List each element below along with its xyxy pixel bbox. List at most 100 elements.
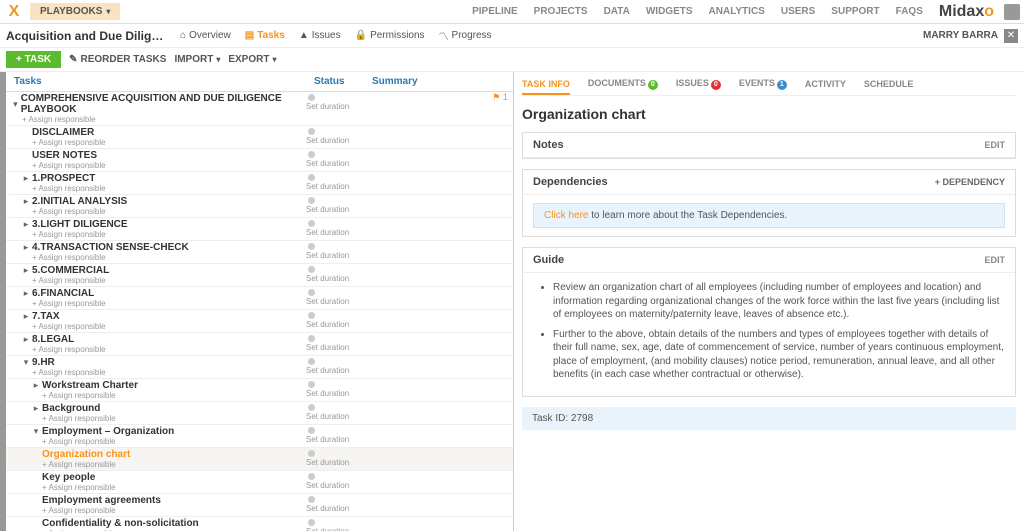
status-cell[interactable]: Set duration [306, 195, 364, 214]
duration-text[interactable]: Set duration [306, 136, 349, 145]
task-title[interactable]: 4.TRANSACTION SENSE-CHECK [32, 242, 189, 253]
task-title[interactable]: Key people [42, 472, 95, 483]
task-row[interactable]: ▾9.HR+ Assign responsibleSet duration [6, 356, 513, 379]
task-row[interactable]: ▸Workstream Charter+ Assign responsibleS… [6, 379, 513, 402]
task-title[interactable]: Background [42, 403, 100, 414]
task-title[interactable]: 8.LEGAL [32, 334, 74, 345]
assign-responsible-link[interactable]: + Assign responsible [32, 345, 306, 354]
expand-caret-icon[interactable]: ▸ [20, 242, 32, 253]
status-cell[interactable]: Set duration [306, 471, 364, 490]
expand-caret-icon[interactable]: ▸ [20, 311, 32, 322]
assign-responsible-link[interactable]: + Assign responsible [42, 506, 306, 515]
assign-responsible-link[interactable]: + Assign responsible [32, 161, 306, 170]
status-cell[interactable]: Set duration [306, 402, 364, 421]
duration-text[interactable]: Set duration [306, 412, 349, 421]
task-row[interactable]: ▸Organization chart+ Assign responsibleS… [6, 448, 513, 471]
task-row[interactable]: ▸1.PROSPECT+ Assign responsibleSet durat… [6, 172, 513, 195]
duration-text[interactable]: Set duration [306, 458, 349, 467]
playbooks-dropdown[interactable]: PLAYBOOKS ▾ [30, 3, 120, 20]
task-row[interactable]: ▾COMPREHENSIVE ACQUISITION AND DUE DILIG… [6, 92, 513, 126]
expand-caret-icon[interactable]: ▸ [20, 334, 32, 345]
status-cell[interactable]: Set duration [306, 287, 364, 306]
duration-text[interactable]: Set duration [306, 205, 349, 214]
expand-caret-icon[interactable]: ▸ [20, 219, 32, 230]
current-user-name[interactable]: MARRY BARRA [923, 30, 998, 41]
status-cell[interactable]: Set duration [306, 172, 364, 191]
add-dependency-button[interactable]: + DEPENDENCY [935, 177, 1005, 187]
nav-widgets[interactable]: WIDGETS [646, 6, 693, 17]
task-title[interactable]: Workstream Charter [42, 380, 138, 391]
task-row[interactable]: ▸Background+ Assign responsibleSet durat… [6, 402, 513, 425]
nav-faqs[interactable]: FAQS [896, 6, 923, 17]
duration-text[interactable]: Set duration [306, 366, 349, 375]
status-cell[interactable]: Set duration [306, 494, 364, 513]
status-cell[interactable]: Set duration [306, 448, 364, 467]
task-row[interactable]: ▸Confidentiality & non-solicitation+ Ass… [6, 517, 513, 531]
status-cell[interactable]: Set duration [306, 218, 364, 237]
col-header-status[interactable]: Status [314, 76, 372, 87]
duration-text[interactable]: Set duration [306, 274, 349, 283]
task-row[interactable]: ▸8.LEGAL+ Assign responsibleSet duration [6, 333, 513, 356]
nav-pipeline[interactable]: PIPELINE [472, 6, 518, 17]
nav-data[interactable]: DATA [604, 6, 630, 17]
expand-caret-icon[interactable]: ▾ [20, 357, 32, 368]
task-title[interactable]: Confidentiality & non-solicitation [42, 518, 199, 529]
duration-text[interactable]: Set duration [306, 228, 349, 237]
status-cell[interactable]: Set duration [306, 333, 364, 352]
duration-text[interactable]: Set duration [306, 251, 349, 260]
export-dropdown[interactable]: EXPORT▾ [228, 54, 276, 65]
tab-progress[interactable]: 〽Progress [439, 28, 492, 43]
close-icon[interactable]: ✕ [1004, 29, 1018, 43]
assign-responsible-link[interactable]: + Assign responsible [32, 253, 306, 262]
task-list[interactable]: ▾COMPREHENSIVE ACQUISITION AND DUE DILIG… [6, 92, 513, 531]
task-row[interactable]: ▸4.TRANSACTION SENSE-CHECK+ Assign respo… [6, 241, 513, 264]
task-row[interactable]: ▸Key people+ Assign responsibleSet durat… [6, 471, 513, 494]
task-title[interactable]: Employment – Organization [42, 426, 174, 437]
edit-guide-button[interactable]: EDIT [984, 255, 1005, 265]
task-row[interactable]: ▸6.FINANCIAL+ Assign responsibleSet dura… [6, 287, 513, 310]
task-row[interactable]: ▾Employment – Organization+ Assign respo… [6, 425, 513, 448]
detail-tab-issues[interactable]: ISSUES0 [676, 78, 721, 90]
task-row[interactable]: ▸7.TAX+ Assign responsibleSet duration [6, 310, 513, 333]
assign-responsible-link[interactable]: + Assign responsible [42, 437, 306, 446]
col-header-tasks[interactable]: Tasks [14, 76, 314, 87]
status-cell[interactable]: Set duration [306, 149, 364, 168]
status-cell[interactable]: Set duration [306, 264, 364, 283]
task-row[interactable]: ▸5.COMMERCIAL+ Assign responsibleSet dur… [6, 264, 513, 287]
duration-text[interactable]: Set duration [306, 182, 349, 191]
expand-caret-icon[interactable]: ▸ [20, 265, 32, 276]
expand-caret-icon[interactable]: ▸ [20, 173, 32, 184]
assign-responsible-link[interactable]: + Assign responsible [42, 414, 306, 423]
task-title[interactable]: 9.HR [32, 357, 55, 368]
expand-caret-icon[interactable]: ▸ [30, 403, 42, 414]
assign-responsible-link[interactable]: + Assign responsible [32, 230, 306, 239]
status-cell[interactable]: Set duration [306, 92, 364, 111]
duration-text[interactable]: Set duration [306, 504, 349, 513]
assign-responsible-link[interactable]: + Assign responsible [42, 460, 306, 469]
detail-tab-documents[interactable]: DOCUMENTS0 [588, 78, 658, 90]
assign-responsible-link[interactable]: + Assign responsible [32, 299, 306, 308]
status-cell[interactable]: Set duration [306, 379, 364, 398]
assign-responsible-link[interactable]: + Assign responsible [22, 115, 306, 124]
task-title[interactable]: Employment agreements [42, 495, 161, 506]
task-title[interactable]: USER NOTES [32, 150, 97, 161]
task-row[interactable]: ▸3.LIGHT DILIGENCE+ Assign responsibleSe… [6, 218, 513, 241]
detail-tab-activity[interactable]: ACTIVITY [805, 79, 846, 89]
duration-text[interactable]: Set duration [306, 297, 349, 306]
assign-responsible-link[interactable]: + Assign responsible [32, 322, 306, 331]
task-row[interactable]: ▸2.INITIAL ANALYSIS+ Assign responsibleS… [6, 195, 513, 218]
status-cell[interactable]: Set duration [306, 126, 364, 145]
duration-text[interactable]: Set duration [306, 320, 349, 329]
assign-responsible-link[interactable]: + Assign responsible [32, 276, 306, 285]
duration-text[interactable]: Set duration [306, 481, 349, 490]
status-cell[interactable]: Set duration [306, 425, 364, 444]
tab-permissions[interactable]: 🔒Permissions [355, 28, 425, 43]
duration-text[interactable]: Set duration [306, 102, 349, 111]
duration-text[interactable]: Set duration [306, 527, 349, 531]
assign-responsible-link[interactable]: + Assign responsible [42, 391, 306, 400]
expand-caret-icon[interactable]: ▸ [20, 288, 32, 299]
import-dropdown[interactable]: IMPORT▾ [174, 54, 220, 65]
task-title[interactable]: Organization chart [42, 449, 130, 460]
status-cell[interactable]: Set duration [306, 241, 364, 260]
expand-caret-icon[interactable]: ▾ [10, 99, 21, 110]
